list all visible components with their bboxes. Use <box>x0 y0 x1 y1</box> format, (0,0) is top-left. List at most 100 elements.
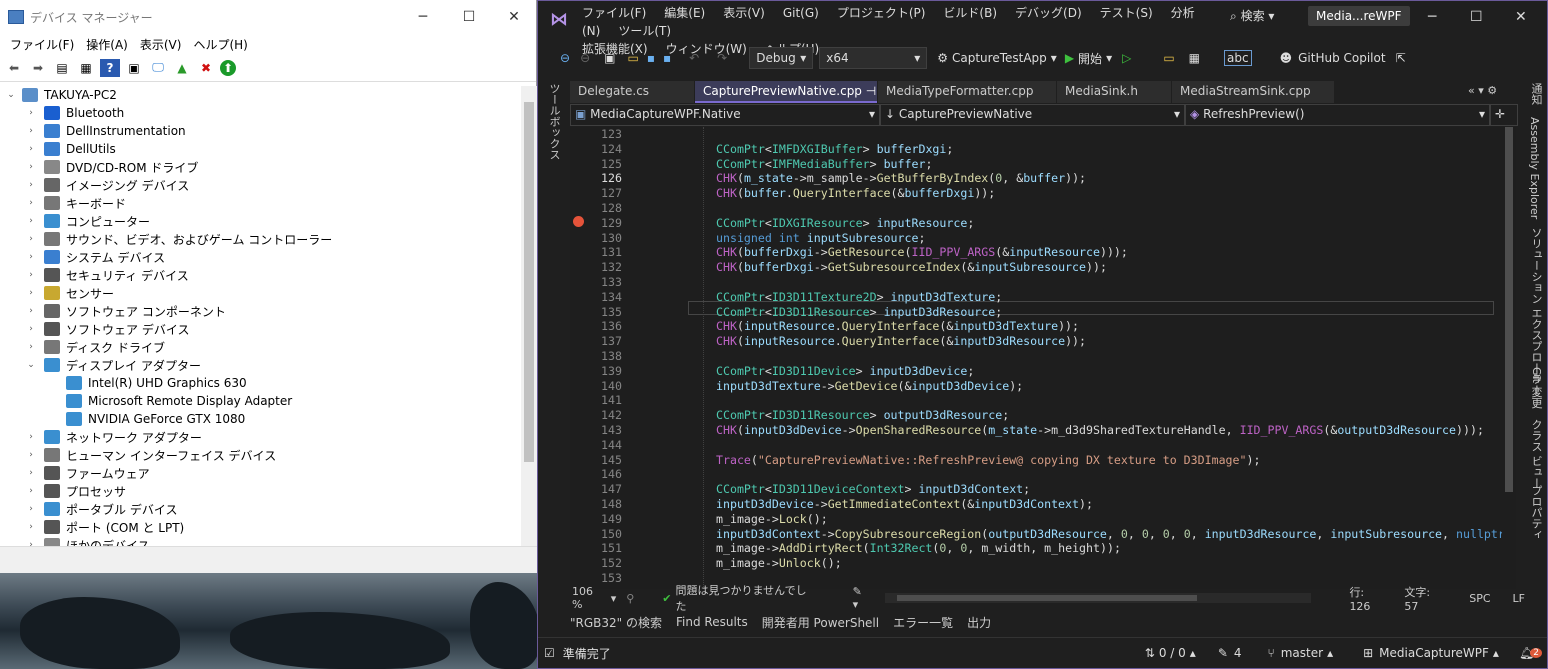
copilot-status-icon[interactable]: ⚲ <box>626 592 634 605</box>
device-category[interactable]: › ほかのデバイス <box>0 536 521 546</box>
device-item[interactable]: Microsoft Remote Display Adapter <box>0 392 521 410</box>
side-tool-tab[interactable]: クラス ビュー <box>1528 419 1544 489</box>
expand-icon[interactable]: › <box>26 252 36 262</box>
expand-icon[interactable]: › <box>26 162 36 172</box>
code-editor[interactable]: 123 124 CComPtr<IMFDXGIBuffer> bufferDxgi;… <box>570 127 1502 589</box>
side-tool-tab[interactable]: 通知 <box>1528 83 1544 105</box>
scan-hardware-icon[interactable]: 🖵 <box>148 59 168 77</box>
device-category[interactable]: › セキュリティ デバイス <box>0 266 521 284</box>
document-tab[interactable]: Delegate.cs <box>570 81 694 103</box>
expand-icon[interactable]: › <box>26 306 36 316</box>
collapse-icon[interactable]: ⌄ <box>26 360 36 370</box>
member-dropdown[interactable]: ◈ RefreshPreview() ▾ <box>1185 104 1490 126</box>
expand-icon[interactable]: › <box>26 234 36 244</box>
forward-icon[interactable]: ➡ <box>28 59 48 77</box>
panel-tab[interactable]: 開発者用 PowerShell <box>762 614 879 631</box>
maximize-button[interactable]: ☐ <box>446 0 492 34</box>
zoom-level[interactable]: 106 % <box>572 585 607 611</box>
sync-count[interactable]: 0 / 0 <box>1159 646 1186 660</box>
open-file-icon[interactable]: ▭ <box>627 51 638 65</box>
toolbox-tab[interactable]: ツールボックス <box>546 83 562 160</box>
configuration-dropdown[interactable]: Debug ▾ <box>749 47 814 69</box>
expand-icon[interactable]: › <box>26 270 36 280</box>
device-category[interactable]: › ファームウェア <box>0 464 521 482</box>
undo-icon[interactable]: ↶ <box>689 51 699 65</box>
device-category[interactable]: › システム デバイス <box>0 248 521 266</box>
new-item-icon[interactable]: ▣ <box>604 51 615 65</box>
menu-item[interactable]: ビルド(B) <box>943 6 997 20</box>
device-category[interactable]: › DVD/CD-ROM ドライブ <box>0 158 521 176</box>
device-category[interactable]: › ヒューマン インターフェイス デバイス <box>0 446 521 464</box>
menu-item[interactable]: プロジェクト(P) <box>837 6 926 20</box>
document-tab[interactable]: MediaTypeFormatter.cpp <box>878 81 1056 103</box>
device-category[interactable]: › ディスク ドライブ <box>0 338 521 356</box>
editor-horizontal-scrollbar[interactable] <box>884 593 1312 603</box>
menu-item[interactable]: デバッグ(D) <box>1015 6 1082 20</box>
expand-icon[interactable]: › <box>26 468 36 478</box>
panel-tab[interactable]: 出力 <box>967 614 991 631</box>
menu-item[interactable]: ツール(T) <box>618 24 671 38</box>
start-debug-icon[interactable]: ▶ <box>1065 51 1074 65</box>
editor-vertical-scrollbar[interactable] <box>1502 127 1516 589</box>
close-button[interactable]: ✕ <box>1515 9 1527 25</box>
help-icon[interactable]: ? <box>100 58 120 77</box>
close-button[interactable]: ✕ <box>491 0 537 34</box>
document-tab[interactable]: MediaStreamSink.cpp <box>1172 81 1334 103</box>
menu-item[interactable]: 表示(V) <box>723 6 765 20</box>
document-tab[interactable]: CapturePreviewNative.cpp ⊣ ✕ <box>695 81 890 103</box>
expand-icon[interactable]: › <box>26 198 36 208</box>
whitespace-mode[interactable]: SPC <box>1469 592 1490 605</box>
menu-item[interactable]: 操作(A) <box>86 36 128 53</box>
pending-edits[interactable]: 4 <box>1234 646 1242 660</box>
device-item[interactable]: NVIDIA GeForce GTX 1080 <box>0 410 521 428</box>
split-icon[interactable]: ✛ <box>1490 104 1518 126</box>
expand-icon[interactable]: › <box>26 288 36 298</box>
device-item[interactable]: Intel(R) UHD Graphics 630 <box>0 374 521 392</box>
branch-name[interactable]: master <box>1281 646 1323 660</box>
save-icon[interactable]: ▪ <box>647 51 655 65</box>
tree-root[interactable]: ⌄ TAKUYA-PC2 <box>0 86 521 104</box>
start-label[interactable]: 開始 <box>1078 50 1102 67</box>
expand-icon[interactable]: › <box>26 108 36 118</box>
folder-icon[interactable]: ▭ <box>1163 51 1174 65</box>
navigate-back-icon[interactable]: ⊖ <box>560 51 570 65</box>
side-tool-tab[interactable]: Assembly Explorer <box>1528 117 1541 219</box>
expand-icon[interactable]: › <box>26 432 36 442</box>
menu-item[interactable]: ファイル(F) <box>582 6 646 20</box>
expand-icon[interactable]: › <box>26 180 36 190</box>
project-dropdown[interactable]: ▣ MediaCaptureWPF.Native ▾ <box>570 104 880 126</box>
redo-icon[interactable]: ↷ <box>717 51 727 65</box>
device-category[interactable]: › ソフトウェア コンポーネント <box>0 302 521 320</box>
device-category[interactable]: › ソフトウェア デバイス <box>0 320 521 338</box>
feedback-icon[interactable]: ⇱ <box>1396 51 1406 65</box>
breakpoint-icon[interactable] <box>573 215 584 227</box>
save-all-icon[interactable]: ▪ <box>663 51 671 65</box>
properties-icon[interactable]: ▦ <box>76 59 96 77</box>
navigate-forward-icon[interactable]: ⊖ <box>580 51 590 65</box>
menu-item[interactable]: 編集(E) <box>664 6 705 20</box>
side-tool-tab[interactable]: プロパティ <box>1528 485 1544 540</box>
minimize-button[interactable]: ─ <box>1428 9 1436 25</box>
enable-device-icon[interactable]: ⬆ <box>220 59 236 76</box>
menu-item[interactable]: ファイル(F) <box>10 36 74 53</box>
device-category[interactable]: › Bluetooth <box>0 104 521 122</box>
repo-name[interactable]: MediaCaptureWPF <box>1379 646 1489 660</box>
line-ending[interactable]: LF <box>1513 592 1525 605</box>
layout-icon[interactable]: ▦ <box>1189 51 1200 65</box>
device-category[interactable]: › ネットワーク アダプター <box>0 428 521 446</box>
tab-overflow-icon[interactable]: « ▾ ⚙ <box>1468 84 1497 97</box>
panel-tab[interactable]: エラー一覧 <box>893 614 953 631</box>
menu-item[interactable]: Git(G) <box>783 6 819 20</box>
device-category[interactable]: › キーボード <box>0 194 521 212</box>
device-category[interactable]: › DellUtils <box>0 140 521 158</box>
device-category[interactable]: › コンピューター <box>0 212 521 230</box>
copilot-label[interactable]: GitHub Copilot <box>1298 51 1385 65</box>
start-without-debug-icon[interactable]: ▷ <box>1122 51 1131 65</box>
device-category[interactable]: › イメージング デバイス <box>0 176 521 194</box>
device-category[interactable]: › サウンド、ビデオ、およびゲーム コントローラー <box>0 230 521 248</box>
uninstall-icon[interactable]: ✖ <box>196 59 216 77</box>
device-category[interactable]: › DellInstrumentation <box>0 122 521 140</box>
maximize-button[interactable]: ☐ <box>1470 9 1483 25</box>
back-icon[interactable]: ⬅ <box>4 59 24 77</box>
search-button[interactable]: ⌕ 検索 ▾ <box>1230 7 1274 24</box>
